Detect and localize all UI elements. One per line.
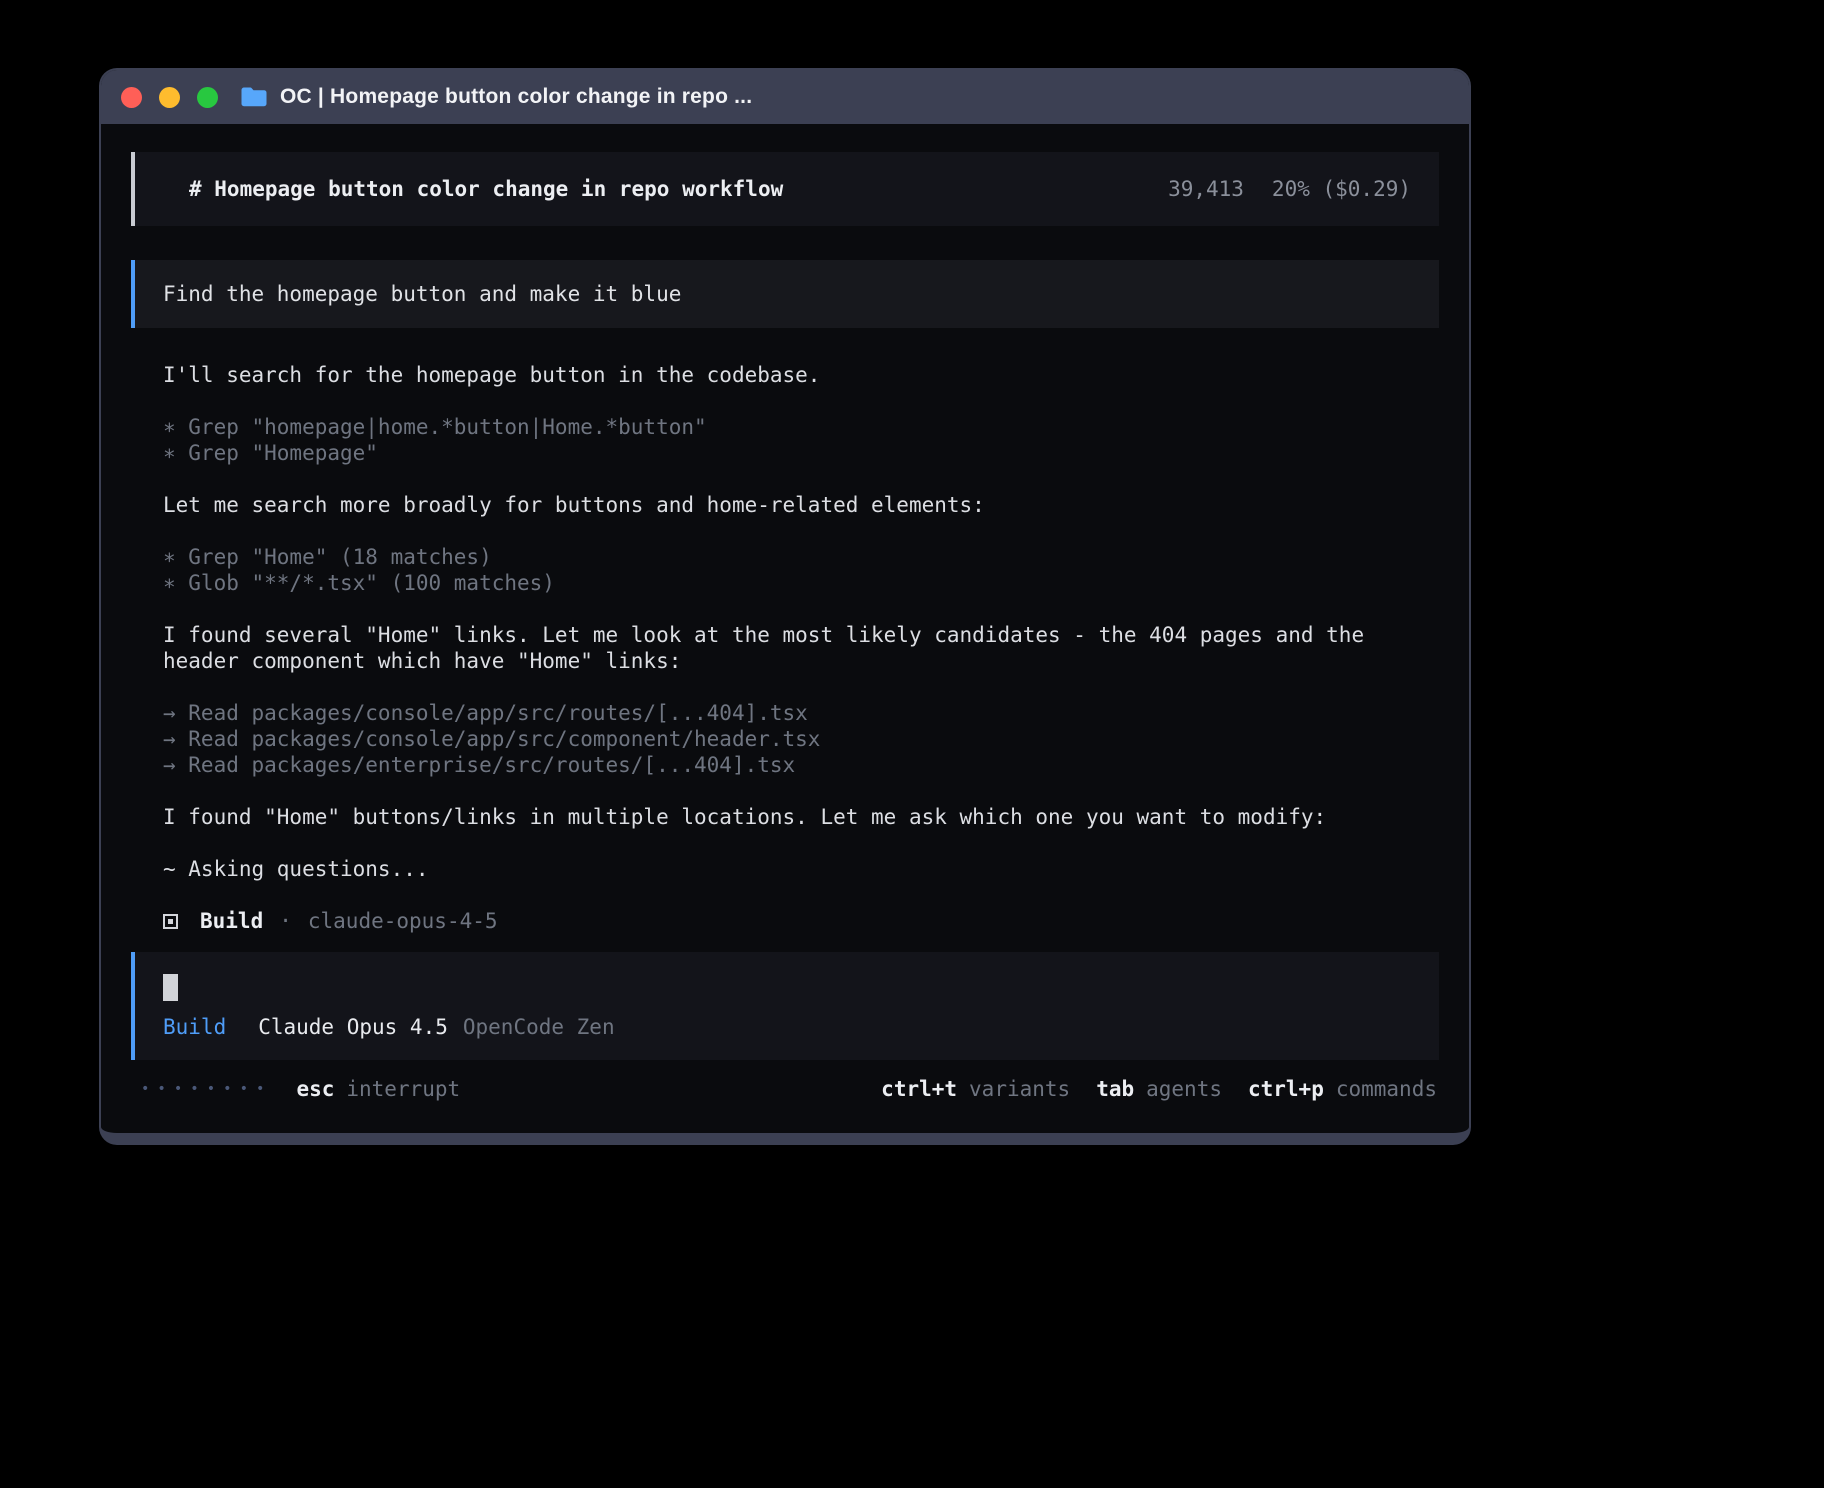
agent-name: Build xyxy=(200,908,263,934)
terminal-content: # Homepage button color change in repo w… xyxy=(101,124,1469,1133)
text-cursor xyxy=(163,974,178,1001)
context-usage: 20% ($0.29) xyxy=(1272,176,1411,202)
tool-call-line: ∗ Grep "homepage|home.*button|Home.*butt… xyxy=(163,414,1439,440)
shortcut-label: commands xyxy=(1336,1076,1437,1102)
read-line: → Read packages/enterprise/src/routes/[.… xyxy=(163,752,1439,778)
assistant-response: I'll search for the homepage button in t… xyxy=(131,362,1439,934)
interrupt-key: esc xyxy=(296,1076,334,1102)
shortcut-key: ctrl+t xyxy=(881,1076,957,1102)
user-message-text: Find the homepage button and make it blu… xyxy=(163,282,681,306)
token-count: 39,413 xyxy=(1168,176,1244,202)
agent-separator: · xyxy=(279,908,292,934)
shortcut-agents: tab agents xyxy=(1096,1076,1222,1102)
session-stats: 39,413 20% ($0.29) xyxy=(1168,176,1411,202)
agent-icon xyxy=(163,914,178,929)
read-line: → Read packages/console/app/src/componen… xyxy=(163,726,1439,752)
spinner-dots: •••••••• xyxy=(141,1076,272,1102)
user-message: Find the homepage button and make it blu… xyxy=(131,260,1439,328)
assistant-intro-text: I'll search for the homepage button in t… xyxy=(163,362,1439,388)
interrupt-hint: esc interrupt xyxy=(296,1076,460,1102)
working-status: ~ Asking questions... xyxy=(163,856,1439,882)
tool-call-line: ∗ Glob "**/*.tsx" (100 matches) xyxy=(163,570,1439,596)
agent-model: claude-opus-4-5 xyxy=(308,908,498,934)
model-provider: OpenCode Zen xyxy=(463,1014,615,1040)
status-bar: •••••••• esc interrupt ctrl+t variants t… xyxy=(131,1076,1439,1102)
assistant-text: I found several "Home" links. Let me loo… xyxy=(163,622,1439,674)
folder-icon xyxy=(240,86,268,108)
tool-call-group: ∗ Grep "Home" (18 matches) ∗ Glob "**/*.… xyxy=(163,544,1439,596)
shortcut-label: agents xyxy=(1146,1076,1222,1102)
tool-call-line: ∗ Grep "Homepage" xyxy=(163,440,1439,466)
assistant-text: I found "Home" buttons/links in multiple… xyxy=(163,804,1439,830)
traffic-lights xyxy=(121,87,218,108)
close-window-button[interactable] xyxy=(121,87,142,108)
read-line: → Read packages/console/app/src/routes/[… xyxy=(163,700,1439,726)
minimize-window-button[interactable] xyxy=(159,87,180,108)
terminal-window: OC | Homepage button color change in rep… xyxy=(99,68,1471,1145)
shortcut-label: variants xyxy=(969,1076,1070,1102)
agent-indicator: Build · claude-opus-4-5 xyxy=(163,908,1439,934)
status-right: ctrl+t variants tab agents ctrl+p comman… xyxy=(881,1076,1437,1102)
shortcut-key: ctrl+p xyxy=(1248,1076,1324,1102)
shortcut-commands: ctrl+p commands xyxy=(1248,1076,1437,1102)
model-name: Claude Opus 4.5 xyxy=(258,1014,448,1040)
prompt-input[interactable]: Build Claude Opus 4.5 OpenCode Zen xyxy=(131,952,1439,1060)
title-group: OC | Homepage button color change in rep… xyxy=(240,85,752,109)
shortcut-key: tab xyxy=(1096,1076,1134,1102)
maximize-window-button[interactable] xyxy=(197,87,218,108)
window-titlebar: OC | Homepage button color change in rep… xyxy=(101,70,1469,124)
model-info-line: Build Claude Opus 4.5 OpenCode Zen xyxy=(163,1014,1411,1040)
tool-call-line: ∗ Grep "Home" (18 matches) xyxy=(163,544,1439,570)
status-left: •••••••• esc interrupt xyxy=(141,1076,460,1102)
agent-mode-label: Build xyxy=(163,1014,226,1040)
read-tool-group: → Read packages/console/app/src/routes/[… xyxy=(163,700,1439,778)
session-header: # Homepage button color change in repo w… xyxy=(131,152,1439,226)
assistant-text: Let me search more broadly for buttons a… xyxy=(163,492,1439,518)
shortcut-variants: ctrl+t variants xyxy=(881,1076,1070,1102)
window-title: OC | Homepage button color change in rep… xyxy=(280,85,752,109)
tool-call-group: ∗ Grep "homepage|home.*button|Home.*butt… xyxy=(163,414,1439,466)
interrupt-label: interrupt xyxy=(346,1076,460,1102)
session-title: # Homepage button color change in repo w… xyxy=(189,176,783,202)
